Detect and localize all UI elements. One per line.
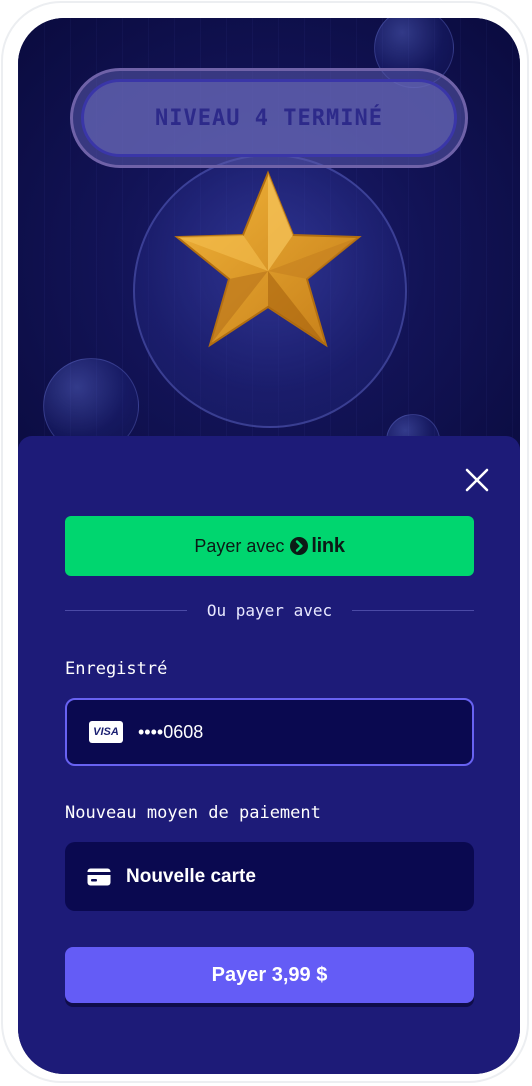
level-banner-text: NIVEAU 4 TERMINÉ [155, 105, 383, 131]
phone-screen: NIVEAU 4 TERMINÉ Payer avec link Ou paye… [18, 18, 520, 1074]
close-icon[interactable] [463, 466, 491, 494]
saved-section-label: Enregistré [65, 659, 168, 679]
new-card-label: Nouvelle carte [126, 865, 256, 887]
saved-card-option[interactable]: VISA ••••0608 [65, 698, 474, 766]
new-method-section-label: Nouveau moyen de paiement [65, 803, 321, 823]
star-icon [174, 170, 362, 348]
level-banner-inner: NIVEAU 4 TERMINÉ [81, 79, 457, 157]
divider-line-right [352, 610, 474, 611]
pay-button-label: Payer 3,99 $ [211, 963, 328, 986]
phone-frame: NIVEAU 4 TERMINÉ Payer avec link Ou paye… [1, 1, 529, 1083]
link-arrow-icon [290, 537, 309, 555]
level-complete-banner: NIVEAU 4 TERMINÉ [70, 68, 468, 168]
game-background: NIVEAU 4 TERMINÉ [18, 18, 520, 468]
credit-card-icon [87, 868, 111, 885]
pay-with-link-button[interactable]: Payer avec link [65, 516, 474, 576]
new-card-option[interactable]: Nouvelle carte [65, 842, 474, 911]
or-pay-with-divider: Ou payer avec [65, 601, 474, 621]
link-button-label: Payer avec [194, 535, 285, 556]
link-logo: link [290, 534, 345, 558]
saved-card-number: ••••0608 [138, 721, 204, 742]
pay-button[interactable]: Payer 3,99 $ [65, 947, 474, 1003]
visa-icon: VISA [89, 721, 123, 743]
link-brand-text: link [311, 534, 345, 557]
